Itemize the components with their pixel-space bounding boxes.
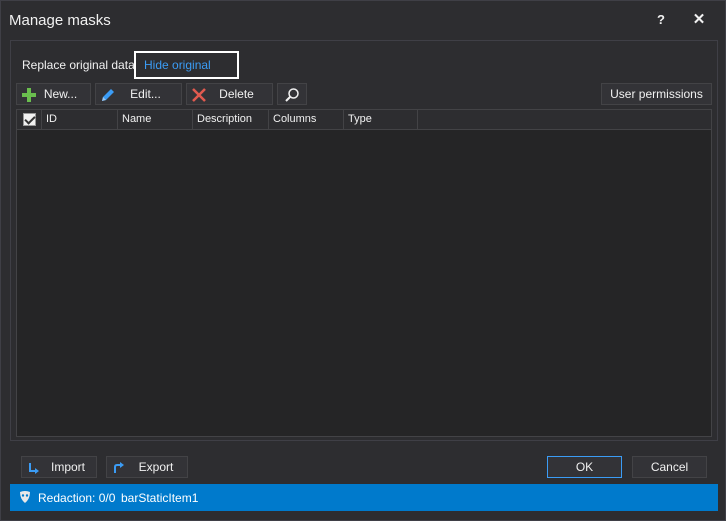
user-permissions-label: User permissions [610,87,703,101]
tab-replace-original-data[interactable]: Replace original data [13,51,144,79]
grid-header: ID Name Description Columns Type [17,110,711,130]
column-header-columns[interactable]: Columns [269,110,344,130]
edit-button-label: Edit... [130,87,161,101]
column-header-name[interactable]: Name [118,110,193,130]
column-header-type[interactable]: Type [344,110,418,130]
redaction-status: Redaction: 0/0 [38,491,116,505]
mask-icon [20,491,30,503]
export-button[interactable]: Export [106,456,188,478]
select-all-checkbox[interactable] [23,113,36,126]
column-header-description[interactable]: Description [193,110,269,130]
import-button-label: Import [50,460,85,474]
edit-button[interactable]: Edit... [95,83,182,105]
masks-grid[interactable]: ID Name Description Columns Type [16,109,712,437]
cancel-button[interactable]: Cancel [632,456,707,478]
help-button[interactable]: ? [649,10,673,30]
export-button-label: Export [138,460,174,474]
search-icon [285,88,299,102]
select-all-checkbox-column[interactable] [17,110,42,130]
new-button-label: New... [43,87,78,101]
manage-masks-dialog: Manage masks ? ✕ Replace original data H… [0,0,726,521]
user-permissions-button[interactable]: User permissions [601,83,712,105]
cancel-button-label: Cancel [650,460,689,474]
search-button[interactable] [277,83,307,105]
delete-button-label: Delete [219,87,254,101]
import-button[interactable]: Import [21,456,97,478]
new-button[interactable]: New... [16,83,91,105]
bar-static-item: barStaticItem1 [121,491,199,505]
ok-button-label: OK [575,460,594,474]
delete-button[interactable]: Delete [186,83,273,105]
column-header-id[interactable]: ID [42,110,118,130]
title-bar: Manage masks ? ✕ [1,1,725,39]
ok-button[interactable]: OK [547,456,622,478]
dialog-title: Manage masks [9,12,111,29]
status-bar: Redaction: 0/0 barStaticItem1 [10,484,718,511]
tab-hide-original-data[interactable]: Hide original data [134,51,239,96]
close-button[interactable]: ✕ [687,10,711,30]
